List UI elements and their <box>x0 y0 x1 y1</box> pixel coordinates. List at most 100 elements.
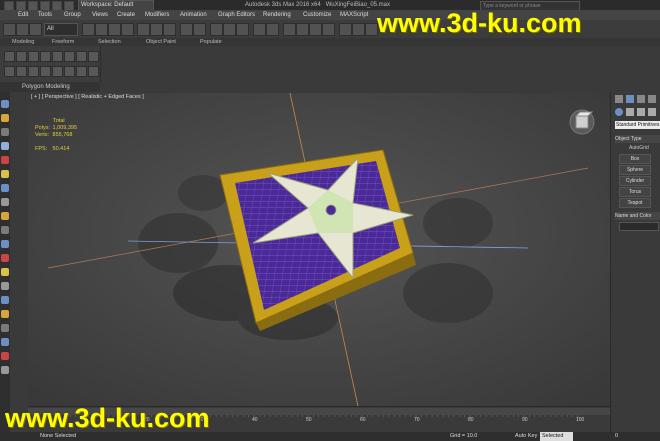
snaps-toggle-icon[interactable] <box>210 23 223 36</box>
isolate-icon[interactable] <box>1 352 9 360</box>
motion-icon[interactable] <box>648 95 656 103</box>
angle-snap-icon[interactable] <box>223 23 236 36</box>
layer-explorer-icon[interactable] <box>283 23 296 36</box>
viewport-label[interactable]: [ + ] [ Perspective ] [ Realistic + Edge… <box>31 94 144 100</box>
curve-editor-icon[interactable] <box>296 23 309 36</box>
menu-maxscript[interactable]: MAXScript <box>340 10 368 20</box>
helper-icon[interactable] <box>1 184 9 192</box>
cylinder-button[interactable]: Cylinder <box>619 176 651 186</box>
ribbon-tool-icon[interactable] <box>40 51 51 62</box>
rotate-icon[interactable] <box>150 23 163 36</box>
select-icon[interactable] <box>82 23 95 36</box>
shape-icon[interactable] <box>1 198 9 206</box>
name-and-color-rollout[interactable]: Name and Color <box>615 212 660 220</box>
freeze-icon[interactable] <box>1 310 9 318</box>
align-icon[interactable] <box>266 23 279 36</box>
ribbon-tool-icon[interactable] <box>88 66 99 77</box>
shapes-category-icon[interactable] <box>626 108 634 116</box>
menu-group[interactable]: Group <box>64 10 81 20</box>
ribbon-tool-icon[interactable] <box>76 51 87 62</box>
rectangle-selection-icon[interactable] <box>108 23 121 36</box>
cameras-category-icon[interactable] <box>648 108 656 116</box>
ribbon-tool-icon[interactable] <box>76 66 87 77</box>
ribbon-tool-icon[interactable] <box>88 51 99 62</box>
tab-selection[interactable]: Selection <box>98 38 121 46</box>
menu-modifiers[interactable]: Modifiers <box>145 10 169 20</box>
autogrid-checkbox[interactable]: AutoGrid <box>629 145 649 151</box>
bone-icon[interactable] <box>1 226 9 234</box>
light-icon[interactable] <box>1 156 9 164</box>
render-frame-icon[interactable] <box>352 23 365 36</box>
menu-tools[interactable]: Tools <box>38 10 52 20</box>
geometry-icon[interactable] <box>1 212 9 220</box>
window-crossing-icon[interactable] <box>121 23 134 36</box>
sort-icon[interactable] <box>1 324 9 332</box>
bind-space-warp-icon[interactable] <box>29 23 42 36</box>
ribbon-tool-icon[interactable] <box>16 66 27 77</box>
material-editor-icon[interactable] <box>322 23 335 36</box>
filter-icon[interactable] <box>1 338 9 346</box>
hide-icon[interactable] <box>1 296 9 304</box>
menu-edit[interactable]: Edit <box>18 10 28 20</box>
ribbon-tool-icon[interactable] <box>64 66 75 77</box>
tab-populate[interactable]: Populate <box>200 38 222 46</box>
camera-icon[interactable] <box>1 170 9 178</box>
link-icon[interactable] <box>3 23 16 36</box>
lock-icon[interactable] <box>1 366 9 374</box>
selection-filter-dropdown[interactable]: All <box>44 23 78 36</box>
mirror-icon[interactable] <box>253 23 266 36</box>
box-button[interactable]: Box <box>619 154 651 164</box>
xref-icon[interactable] <box>1 282 9 290</box>
ribbon-tool-icon[interactable] <box>4 51 15 62</box>
primitive-type-dropdown[interactable]: Standard Primitives <box>615 121 660 129</box>
ribbon-tool-icon[interactable] <box>40 66 51 77</box>
create-icon[interactable] <box>615 95 623 103</box>
tab-object-paint[interactable]: Object Paint <box>146 38 176 46</box>
menu-animation[interactable]: Animation <box>180 10 207 20</box>
hierarchy-icon[interactable] <box>637 95 645 103</box>
schematic-view-icon[interactable] <box>309 23 322 36</box>
ribbon-tool-icon[interactable] <box>4 66 15 77</box>
menu-create[interactable]: Create <box>117 10 135 20</box>
unlink-icon[interactable] <box>16 23 29 36</box>
pivot-icon[interactable] <box>193 23 206 36</box>
render-setup-icon[interactable] <box>339 23 352 36</box>
menu-views[interactable]: Views <box>92 10 108 20</box>
percent-snap-icon[interactable] <box>236 23 249 36</box>
scale-icon[interactable] <box>163 23 176 36</box>
reference-coord-icon[interactable] <box>180 23 193 36</box>
ribbon-tool-icon[interactable] <box>52 51 63 62</box>
perspective-viewport[interactable]: [ + ] [ Perspective ] [ Realistic + Edge… <box>28 93 610 406</box>
move-icon[interactable] <box>137 23 150 36</box>
group-icon[interactable] <box>1 268 9 276</box>
object-name-input[interactable] <box>619 222 659 231</box>
ribbon-tool-icon[interactable] <box>52 66 63 77</box>
current-frame-field[interactable]: 0 <box>615 432 618 441</box>
teapot-button[interactable]: Teapot <box>619 198 651 208</box>
spacewarp-icon[interactable] <box>1 254 9 262</box>
auto-key-button[interactable]: Auto Key <box>515 432 537 441</box>
ribbon-tool-icon[interactable] <box>28 66 39 77</box>
ribbon-tool-icon[interactable] <box>64 51 75 62</box>
tab-freeform[interactable]: Freeform <box>52 38 74 46</box>
display-filter-icon[interactable] <box>1 128 9 136</box>
scene-explorer-icon[interactable] <box>1 100 9 108</box>
lights-category-icon[interactable] <box>637 108 645 116</box>
layer-icon[interactable] <box>1 142 9 150</box>
ribbon-panel-label[interactable]: Polygon Modeling <box>0 82 100 92</box>
object-type-rollout[interactable]: Object Type <box>615 135 660 143</box>
sphere-button[interactable]: Sphere <box>619 165 651 175</box>
ribbon-tool-icon[interactable] <box>28 51 39 62</box>
set-key-filter-dropdown[interactable]: Selected <box>540 432 574 441</box>
menu-graph-editors[interactable]: Graph Editors <box>218 10 255 20</box>
tab-modeling[interactable]: Modeling <box>12 38 34 46</box>
ribbon-tool-icon[interactable] <box>16 51 27 62</box>
menu-rendering[interactable]: Rendering <box>263 10 291 20</box>
select-by-name-icon[interactable] <box>95 23 108 36</box>
object-icon[interactable] <box>1 114 9 122</box>
viewcube-icon[interactable] <box>568 108 596 136</box>
torus-button[interactable]: Torus <box>619 187 651 197</box>
modify-icon[interactable] <box>626 95 634 103</box>
menu-customize[interactable]: Customize <box>303 10 331 20</box>
particle-icon[interactable] <box>1 240 9 248</box>
